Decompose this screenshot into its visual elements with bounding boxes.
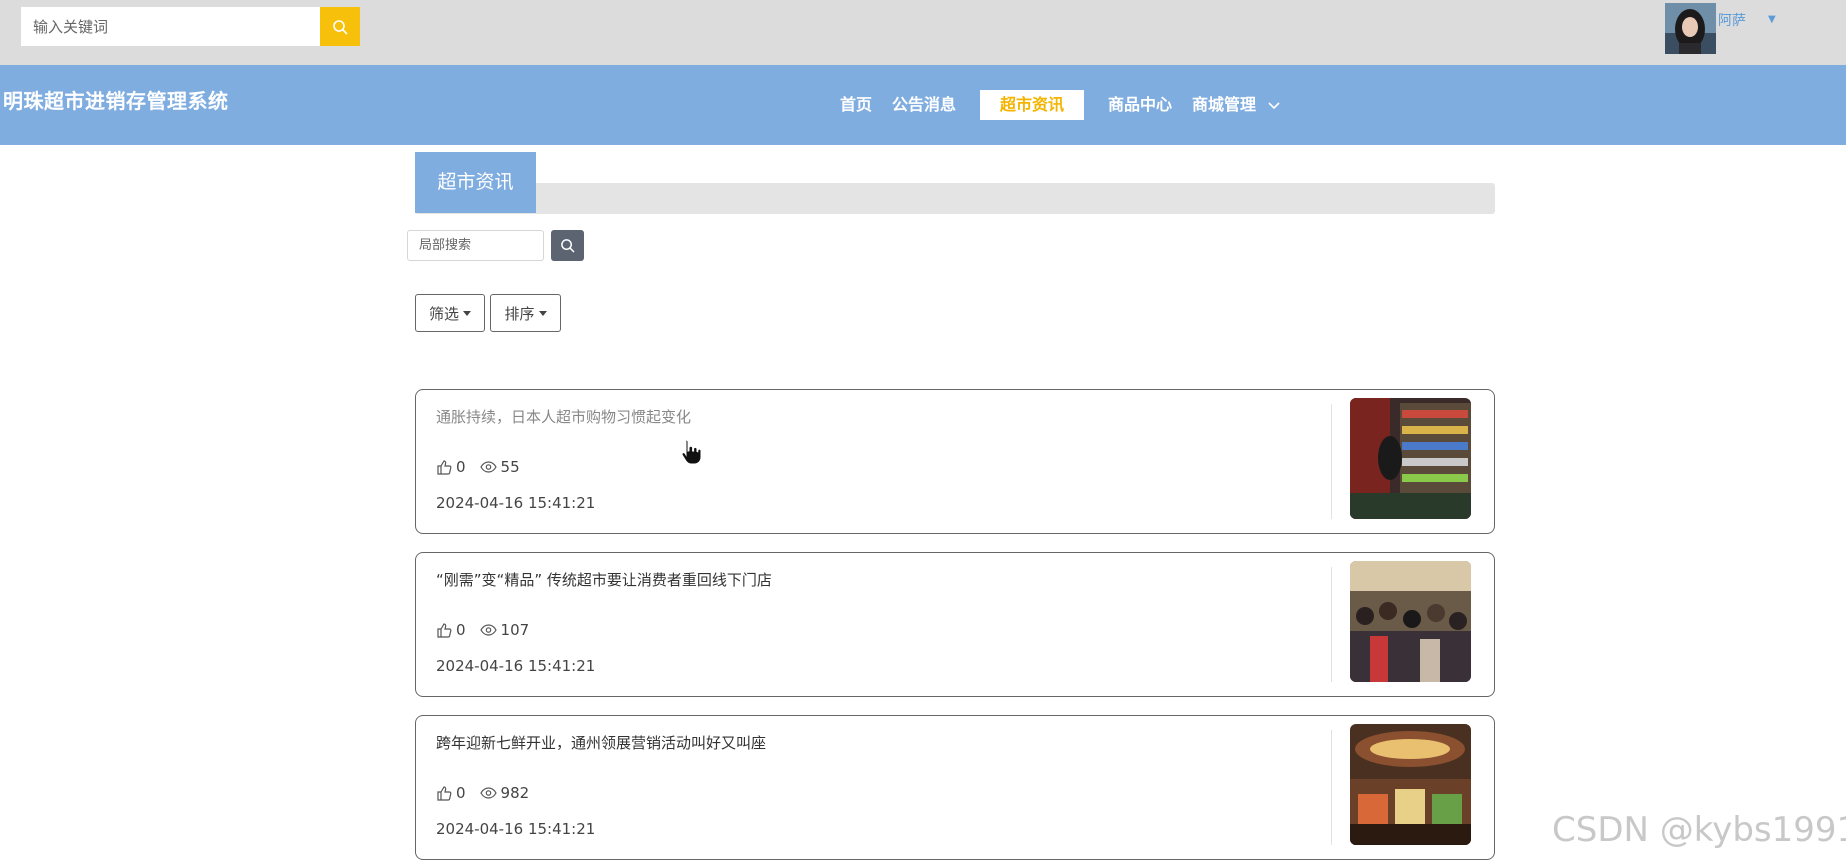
card-divider [1331,567,1332,682]
card-divider [1331,404,1332,519]
news-title[interactable]: 通胀持续，日本人超市购物习惯起变化 [436,406,691,427]
sort-label: 排序 [504,304,535,323]
thumbs-up-icon [437,460,452,475]
news-stats: 0 55 [436,458,534,476]
global-search [21,7,360,46]
like-count[interactable]: 0 [436,784,466,802]
news-card[interactable]: 通胀持续，日本人超市购物习惯起变化 0 55 2024-04-16 15:41:… [415,389,1495,534]
eye-icon [479,624,497,636]
news-time: 2024-04-16 15:41:21 [436,657,596,675]
like-count-value: 0 [456,784,466,802]
global-search-button[interactable] [320,7,360,46]
news-card[interactable]: “刚需”变“精品” 传统超市要让消费者重回线下门店 0 107 2024-04-… [415,552,1495,697]
local-search-input[interactable] [407,230,544,261]
global-search-input[interactable] [21,7,320,46]
view-count: 982 [479,784,530,802]
like-count-value: 0 [456,458,466,476]
news-title[interactable]: 跨年迎新七鲜开业，通州领展营销活动叫好又叫座 [436,732,766,753]
search-icon [333,19,348,34]
eye-icon [479,461,497,473]
thumbs-up-icon [437,786,452,801]
filter-dropdown[interactable]: 筛选 [415,294,485,332]
chevron-down-icon [1268,101,1280,109]
view-count-value: 55 [500,458,520,476]
like-count[interactable]: 0 [436,458,466,476]
nav-item-mall-management-label: 商城管理 [1192,95,1257,114]
brand-title: 明珠超市进销存管理系统 [3,89,229,113]
search-icon [561,239,575,253]
news-stats: 0 107 [436,621,543,639]
nav-item-news[interactable]: 超市资讯 [980,90,1085,120]
eye-icon [479,787,497,799]
nav-item-home[interactable]: 首页 [840,90,872,120]
local-search-button[interactable] [551,230,584,261]
main-header: 明珠超市进销存管理系统 首页 公告消息 超市资讯 商品中心 商城管理 [0,65,1846,145]
news-time: 2024-04-16 15:41:21 [436,494,596,512]
sort-dropdown[interactable]: 排序 [490,294,561,332]
like-count-value: 0 [456,621,466,639]
caret-down-icon [463,310,471,316]
watermark: CSDN @kybs1991 [1552,810,1846,850]
view-count-value: 982 [500,784,530,802]
user-name[interactable]: 阿萨 [1718,10,1746,30]
news-time: 2024-04-16 15:41:21 [436,820,596,838]
like-count[interactable]: 0 [436,621,466,639]
news-card[interactable]: 跨年迎新七鲜开业，通州领展营销活动叫好又叫座 0 982 2024-04-16 … [415,715,1495,860]
section-title: 超市资讯 [415,152,536,213]
news-thumbnail[interactable] [1350,398,1471,519]
thumbs-up-icon [437,623,452,638]
filter-label: 筛选 [428,304,459,323]
user-menu[interactable]: 阿萨 ▼ [1665,3,1776,54]
user-caret-icon[interactable]: ▼ [1768,14,1776,25]
nav-item-mall-management[interactable]: 商城管理 [1192,90,1280,120]
nav-item-notices[interactable]: 公告消息 [892,90,956,120]
section-title-bar [415,183,1495,214]
main-nav: 首页 公告消息 超市资讯 商品中心 商城管理 [840,90,1300,120]
nav-item-products[interactable]: 商品中心 [1108,90,1172,120]
card-divider [1331,730,1332,845]
mouse-cursor-icon [680,438,702,470]
news-thumbnail[interactable] [1350,724,1471,845]
news-title[interactable]: “刚需”变“精品” 传统超市要让消费者重回线下门店 [436,569,772,590]
news-thumbnail[interactable] [1350,561,1471,682]
view-count: 55 [479,458,520,476]
view-count-value: 107 [500,621,530,639]
view-count: 107 [479,621,530,639]
top-bar: 阿萨 ▼ [0,0,1846,65]
news-stats: 0 982 [436,784,543,802]
caret-down-icon [538,310,547,316]
avatar[interactable] [1665,3,1716,54]
